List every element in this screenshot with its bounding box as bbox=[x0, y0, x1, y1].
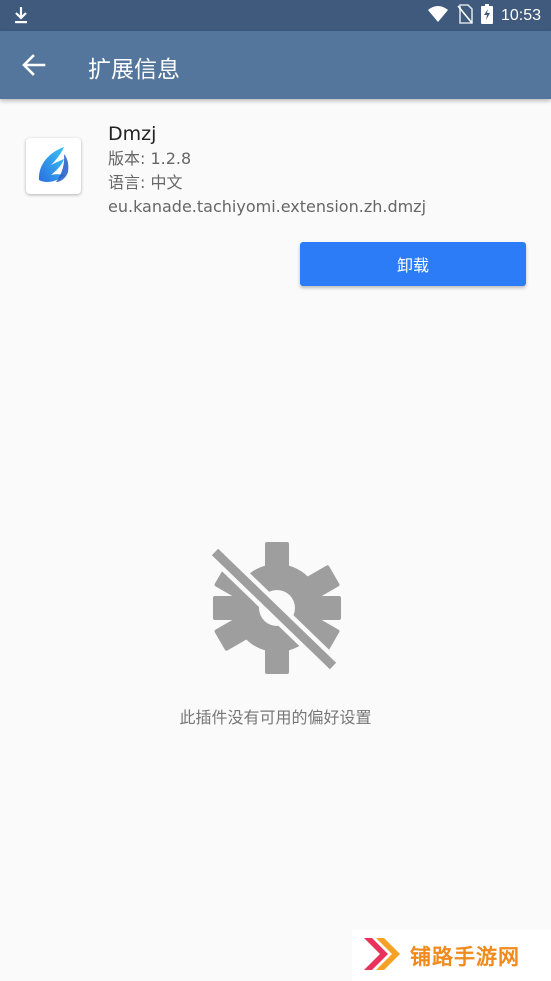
extension-package: eu.kanade.tachiyomi.extension.zh.dmzj bbox=[108, 197, 427, 216]
page-title: 扩展信息 bbox=[88, 57, 180, 83]
no-sim-icon bbox=[457, 3, 473, 28]
back-arrow-icon[interactable] bbox=[20, 51, 48, 79]
extension-icon bbox=[26, 138, 81, 194]
extension-language: 语言: 中文 bbox=[108, 173, 183, 192]
feather-icon bbox=[38, 147, 69, 183]
app-bar: 扩展信息 bbox=[0, 31, 551, 99]
status-bar: 10:53 bbox=[0, 0, 551, 31]
watermark-text: 铺路手游网 bbox=[410, 944, 520, 969]
settings-off-icon bbox=[205, 540, 345, 675]
download-icon bbox=[12, 6, 30, 28]
extension-name: Dmzj bbox=[108, 123, 157, 145]
extension-info: Dmzj 版本: 1.2.8 语言: 中文 eu.kanade.tachiyom… bbox=[108, 121, 426, 219]
status-time: 10:53 bbox=[500, 6, 541, 24]
battery-charging-icon bbox=[480, 3, 493, 28]
uninstall-button[interactable]: 卸载 bbox=[300, 242, 526, 286]
empty-state-message: 此插件没有可用的偏好设置 bbox=[179, 708, 372, 727]
extension-version: 版本: 1.2.8 bbox=[108, 149, 192, 168]
watermark: 铺路手游网 bbox=[352, 930, 551, 981]
wifi-icon bbox=[427, 5, 449, 27]
watermark-logo-icon bbox=[362, 934, 404, 978]
